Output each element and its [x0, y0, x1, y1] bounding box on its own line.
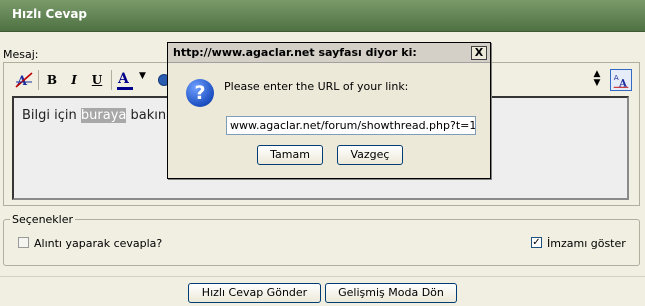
question-icon: ? — [186, 79, 214, 107]
message-text-before: Bilgi için — [22, 108, 81, 123]
chevron-down-icon: ▼ — [139, 71, 146, 81]
signature-checkbox[interactable]: ✓ — [531, 237, 542, 248]
font-color-button[interactable]: A ▼ — [115, 69, 151, 91]
url-input[interactable]: www.agaclar.net/forum/showthread.php?t=1… — [226, 116, 476, 135]
message-label: Mesaj: — [3, 48, 39, 61]
form-actions — [0, 276, 645, 306]
bold-button[interactable]: B — [42, 69, 62, 91]
quick-reply-header: Hızlı Cevap — [0, 0, 645, 32]
remove-format-icon[interactable]: A — [14, 71, 34, 89]
font-color-icon: A — [118, 71, 129, 87]
underline-button[interactable]: U — [87, 69, 107, 91]
quote-checkbox[interactable] — [18, 237, 29, 248]
message-text[interactable]: Bilgi için buraya bakın — [22, 108, 166, 123]
dialog-prompt: Please enter the URL of your link: — [224, 80, 409, 93]
close-icon[interactable]: X — [471, 46, 487, 60]
dialog-title: http://www.agaclar.net sayfası diyor ki: — [173, 46, 417, 59]
dialog-titlebar: http://www.agaclar.net sayfası diyor ki:… — [168, 43, 490, 63]
quick-reply-submit-button[interactable]: Hızlı Cevap Gönder — [188, 283, 321, 303]
quote-label: Alıntı yaparak cevapla? — [34, 237, 163, 250]
switch-editor-mode-icon[interactable]: A A — [610, 69, 632, 91]
resize-editor-icon[interactable]: ▲ ▼ — [591, 70, 603, 90]
toolbar-separator — [111, 70, 112, 90]
message-text-selected: buraya — [80, 108, 127, 123]
cancel-button[interactable]: Vazgeç — [337, 145, 403, 165]
signature-label: İmzamı göster — [547, 237, 626, 250]
ok-button[interactable]: Tamam — [257, 145, 323, 165]
svg-text:A: A — [614, 73, 619, 82]
font-color-swatch — [117, 87, 133, 90]
options-legend: Seçenekler — [10, 213, 76, 226]
header-title: Hızlı Cevap — [12, 7, 87, 21]
toolbar-separator — [38, 70, 39, 90]
url-prompt-dialog: http://www.agaclar.net sayfası diyor ki:… — [167, 42, 491, 179]
italic-button[interactable]: I — [64, 69, 84, 91]
message-text-after: bakın — [126, 108, 167, 123]
advanced-mode-button[interactable]: Gelişmiş Moda Dön — [325, 283, 457, 303]
